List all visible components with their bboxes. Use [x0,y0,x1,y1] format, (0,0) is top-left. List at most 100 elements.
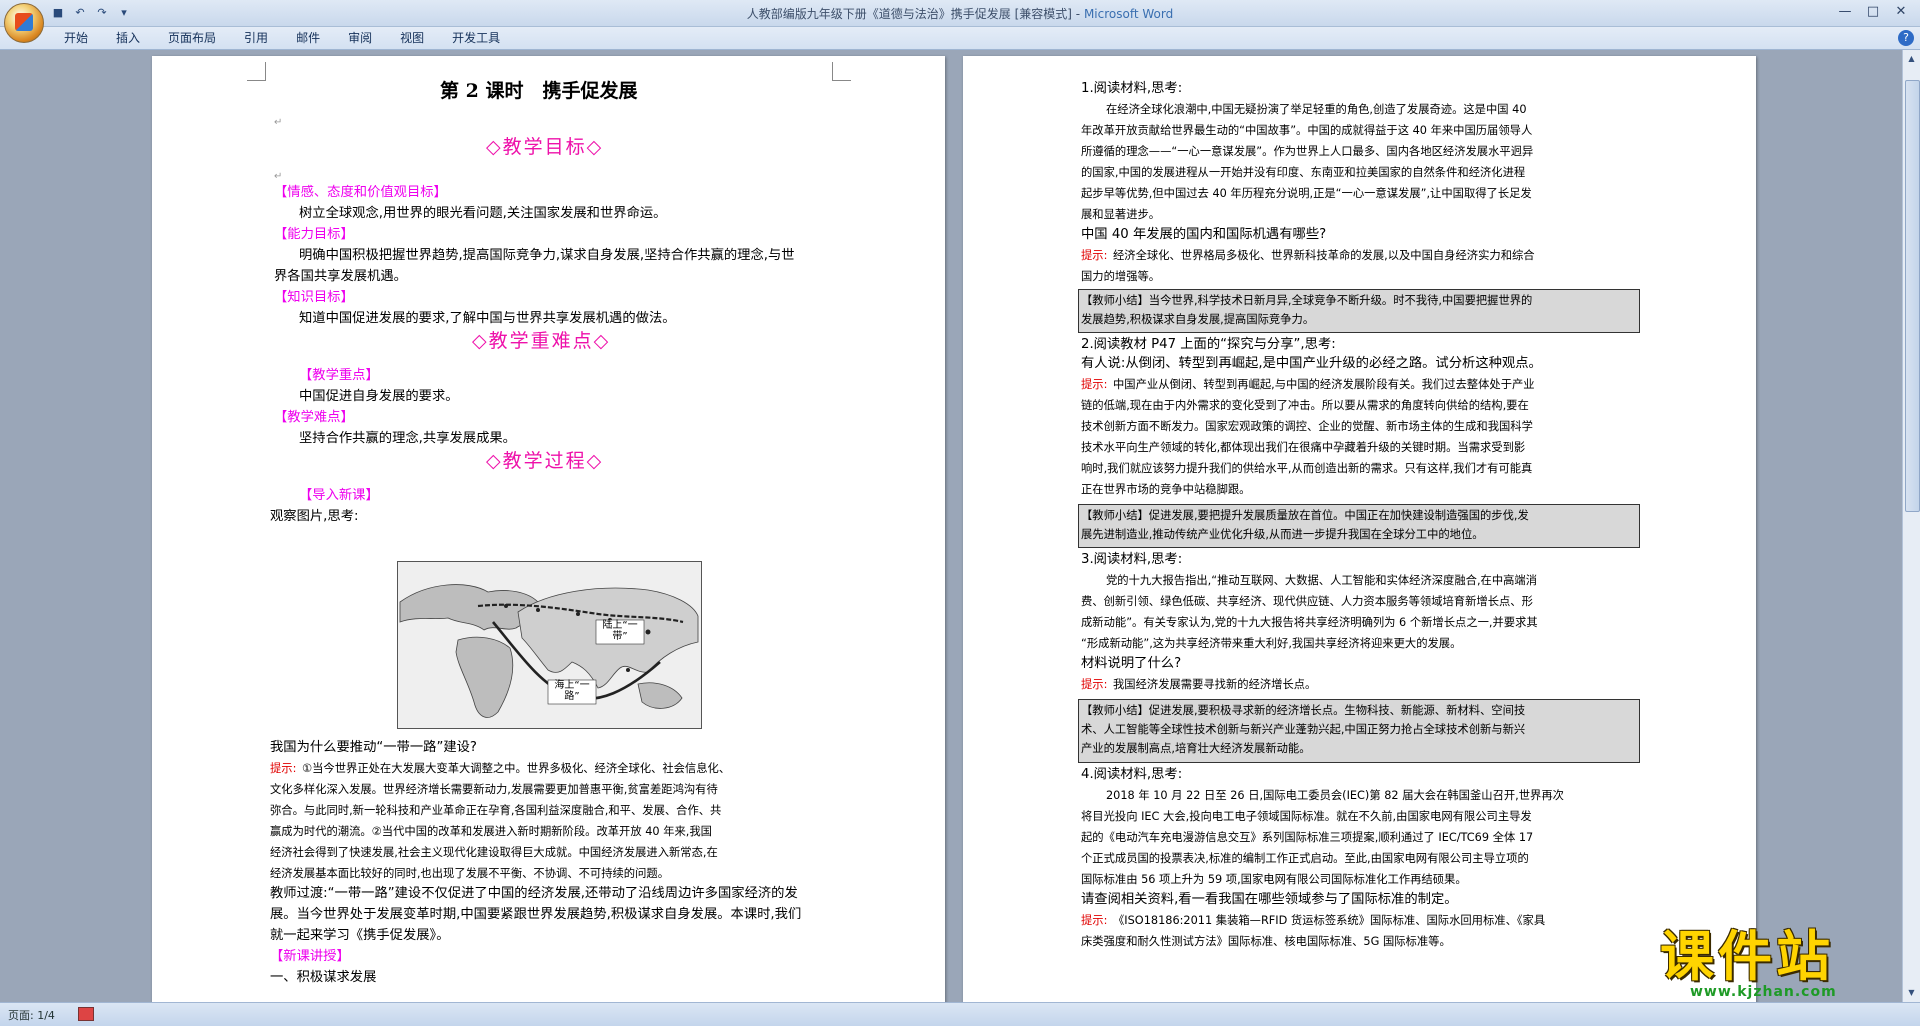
proofing-icon[interactable] [78,1007,94,1021]
tab-home[interactable]: 开始 [50,30,102,46]
margin-corner-mark [832,62,851,81]
material-line: “形成新动能”,这为共享经济带来重大利好,我国共享经济将迎来更大的发展。 [1081,637,1462,650]
label-ability-goal: 【能力目标】 [274,227,354,242]
map-drawing [398,562,701,728]
status-bar: 页面: 1/4 [0,1002,1920,1026]
label-key-point: 【教学重点】 [299,368,379,383]
material-line: 个正式成员国的投票表决,标准的编制工作正式启动。至此,由国家电网有限公司主导立项… [1081,852,1529,865]
office-button[interactable] [4,3,44,43]
watermark-url: www.kjzhan.com [1690,984,1837,1000]
tab-view[interactable]: 视图 [386,30,438,46]
office-logo-icon [15,13,33,31]
teacher-summary-line: 术、人工智能等全球性技术创新与新兴产业蓬勃兴起,中国正努力抢占全球技术创新与新兴 [1081,723,1526,736]
label-hint: 提示: [1081,678,1108,691]
question-3-text: 材料说明了什么? [1081,656,1182,671]
teacher-transition: 就一起来学习《携手促发展》。 [270,928,450,943]
hint-line: 文化多样化深入发展。世界经济增长需要新动力,发展需要更加普惠平衡,贫富差距鸿沟有… [270,783,718,796]
maximize-button[interactable]: □ [1860,3,1886,21]
question-2: 2.阅读教材 P47 上面的“探究与分享”,思考: [1081,337,1336,352]
title-bar: ■ ↶ ↷ ▾ 人教部编版九年级下册《道德与法治》携手促发展 [兼容模式] - … [0,0,1920,27]
tab-developer[interactable]: 开发工具 [438,30,514,46]
hint-line: 响时,我们就应该努力提升我们的供给水平,从而创造出新的需求。只有这样,我们才有可… [1081,462,1533,475]
belt-and-road-map-image: 陆上“一带” 海上“一路” [397,561,702,729]
ribbon-tabs: 开始 插入 页面布局 引用 邮件 审阅 视图 开发工具 [50,30,514,46]
question-1-text: 中国 40 年发展的国内和国际机遇有哪些? [1081,227,1327,242]
document-area: 第 2 课时 携手促发展 ↵ ◇教学目标◇ ↵ 【情感、态度和价值观目标】 树立… [0,50,1902,1002]
tab-insert[interactable]: 插入 [102,30,154,46]
window-title: 人教部编版九年级下册《道德与法治》携手促发展 [兼容模式] - Microsof… [0,5,1920,22]
watermark: 课件站 www.kjzhan.com [1660,928,1910,1002]
page-counter[interactable]: 页面: 1/4 [8,1007,55,1023]
label-intro: 【导入新课】 [299,488,379,503]
material-line: 所遵循的理念——“一心一意谋发展”。作为世界上人口最多、国内各地区经济发展水平迥… [1081,145,1534,158]
window-controls: — □ ✕ [1832,3,1914,21]
material-line: 国际标准由 56 项上升为 59 项,国家电网有限公司国际标准化工作再结硕果。 [1081,873,1467,886]
hint-line: 我国经济发展需要寻找新的经济增长点。 [1113,678,1317,691]
vertical-scrollbar[interactable]: ▲ ▼ [1902,50,1920,1002]
teacher-summary-line: 产业的发展制高点,培育壮大经济发展新动能。 [1081,742,1311,755]
hint-line: 链的低端,现在由于内外需求的变化受到了冲击。所以要从需求的角度转向供给的结构,要… [1081,399,1529,412]
material-line: 成新动能”。有关专家认为,党的十九大报告将共享经济明确列为 6 个新增长点之一,… [1081,616,1538,629]
scroll-up-icon[interactable]: ▲ [1905,52,1918,66]
question-4-text: 请查阅相关资料,看一看我国在哪些领域参与了国际标准的制定。 [1081,892,1458,907]
document-page-2[interactable]: 1.阅读材料,思考: 在经济全球化浪潮中,中国无疑扮演了举足轻重的角色,创造了发… [963,56,1756,1002]
teacher-summary-line: 发展趋势,积极谋求自身发展,提高国际竞争力。 [1081,313,1315,326]
tab-mailings[interactable]: 邮件 [282,30,334,46]
hint-line: 床类强度和耐久性测试方法》国际标准、核电国际标准、5G 国际标准等。 [1081,935,1451,948]
label-hint: 提示: [270,762,297,775]
lesson-title: 第 2 课时 携手促发展 [440,80,638,102]
heading-teaching-process: ◇教学过程◇ [486,450,604,472]
heading-key-points: ◇教学重难点◇ [472,330,611,352]
question-2-text: 有人说:从倒闭、转型到再崛起,是中国产业升级的必经之路。试分析这种观点。 [1081,356,1542,371]
label-new-lesson: 【新课讲授】 [270,949,350,964]
label-hint: 提示: [1081,249,1108,262]
hint-line: 弥合。与此同时,新一轮科技和产业革命正在孕育,各国利益深度融合,和平、发展、合作… [270,804,722,817]
document-page-1[interactable]: 第 2 课时 携手促发展 ↵ ◇教学目标◇ ↵ 【情感、态度和价值观目标】 树立… [152,56,945,1002]
question-4: 4.阅读材料,思考: [1081,767,1183,782]
close-button[interactable]: ✕ [1888,3,1914,21]
paragraph-mark: ↵ [274,117,283,128]
text-key-point: 中国促进自身发展的要求。 [299,389,459,404]
text-knowledge-goal: 知道中国促进发展的要求,了解中国与世界共享发展机遇的做法。 [299,311,676,326]
teacher-summary-line: 【教师小结】促进发展,要把提升发展质量放在首位。中国正在加快建设制造强国的步伐,… [1081,509,1529,522]
map-label-land-belt: 陆上“一带” [602,620,638,642]
app-name: Microsoft Word [1083,7,1174,21]
question-3: 3.阅读材料,思考: [1081,552,1183,567]
hint-line: 经济发展基本面比较好的同时,也出现了发展不平衡、不协调、不可持续的问题。 [270,867,669,880]
hint-line: 技术创新方面不断发力。国家宏观政策的调控、企业的觉醒、新市场主体的生成和我国科学 [1081,420,1533,433]
minimize-button[interactable]: — [1832,3,1858,21]
label-difficulty: 【教学难点】 [274,410,354,425]
material-line: 在经济全球化浪潮中,中国无疑扮演了举足轻重的角色,创造了发展奇迹。这是中国 40 [1106,103,1527,116]
hint-line: 赢成为时代的潮流。②当代中国的改革和发展进入新时期新阶段。改革开放 40 年来,… [270,825,712,838]
material-line: 展和显著进步。 [1081,208,1161,221]
material-line: 的国家,中国的发展进程从一开始并没有印度、东南亚和拉美国家的自然条件和经济化进程 [1081,166,1526,179]
question-1: 1.阅读材料,思考: [1081,81,1183,96]
label-knowledge-goal: 【知识目标】 [274,290,354,305]
hint-line: 《ISO18186:2011 集装箱—RFID 货运标签系统》国际标准、国际水回… [1113,914,1546,927]
hint-line: 经济全球化、世界格局多极化、世界新科技革命的发展,以及中国自身经济实力和综合 [1113,249,1535,262]
hint-line: 正在世界市场的竞争中站稳脚跟。 [1081,483,1251,496]
teacher-summary-line: 展先进制造业,推动传统产业优化升级,从而进一步提升我国在全球分工中的地位。 [1081,528,1484,541]
text-observe: 观察图片,思考: [270,509,359,524]
material-line: 党的十九大报告指出,“推动互联网、大数据、人工智能和实体经济深度融合,在中高端消 [1106,574,1538,587]
material-line: 费、创新引领、绿色低碳、共享经济、现代供应链、人力资本服务等领域培育新增长点、形 [1081,595,1533,608]
label-hint: 提示: [1081,914,1108,927]
teacher-summary-line: 【教师小结】促进发展,要积极寻求新的经济增长点。生物科技、新能源、新材料、空间技 [1081,704,1526,717]
help-button[interactable]: ? [1898,30,1914,46]
teacher-transition: 展。当今世界处于发展变革时期,中国要紧跟世界发展趋势,积极谋求自身发展。本课时,… [270,907,802,922]
tab-page-layout[interactable]: 页面布局 [154,30,230,46]
text-ability-goal-cont: 界各国共享发展机遇。 [274,269,407,284]
scroll-thumb[interactable] [1905,80,1920,512]
tab-references[interactable]: 引用 [230,30,282,46]
material-line: 2018 年 10 月 22 日至 26 日,国际电工委员会(IEC)第 82 … [1106,789,1564,802]
tab-review[interactable]: 审阅 [334,30,386,46]
heading-teaching-goals: ◇教学目标◇ [486,136,604,158]
hint-line: 经济社会得到了快速发展,社会主义现代化建设取得巨大成就。中国经济发展进入新常态,… [270,846,718,859]
text-question-belt-road: 我国为什么要推动“一带一路”建设? [270,740,477,755]
material-line: 将目光投向 IEC 大会,投向电工电子领域国际标准。就在不久前,由国家电网有限公… [1081,810,1532,823]
material-line: 起步早等优势,但中国过去 40 年历程充分说明,正是“一心一意谋发展”,让中国取… [1081,187,1532,200]
hint-line: 中国产业从倒闭、转型到再崛起,与中国的经济发展阶段有关。我们过去整体处于产业 [1113,378,1535,391]
hint-line: 技术水平向生产领域的转化,都体现出我们在很痛中孕藏着升级的关键时期。当需求受到影 [1081,441,1526,454]
map-label-sea-road: 海上“一路” [554,680,590,702]
ribbon: 开始 插入 页面布局 引用 邮件 审阅 视图 开发工具 ? [0,27,1920,50]
